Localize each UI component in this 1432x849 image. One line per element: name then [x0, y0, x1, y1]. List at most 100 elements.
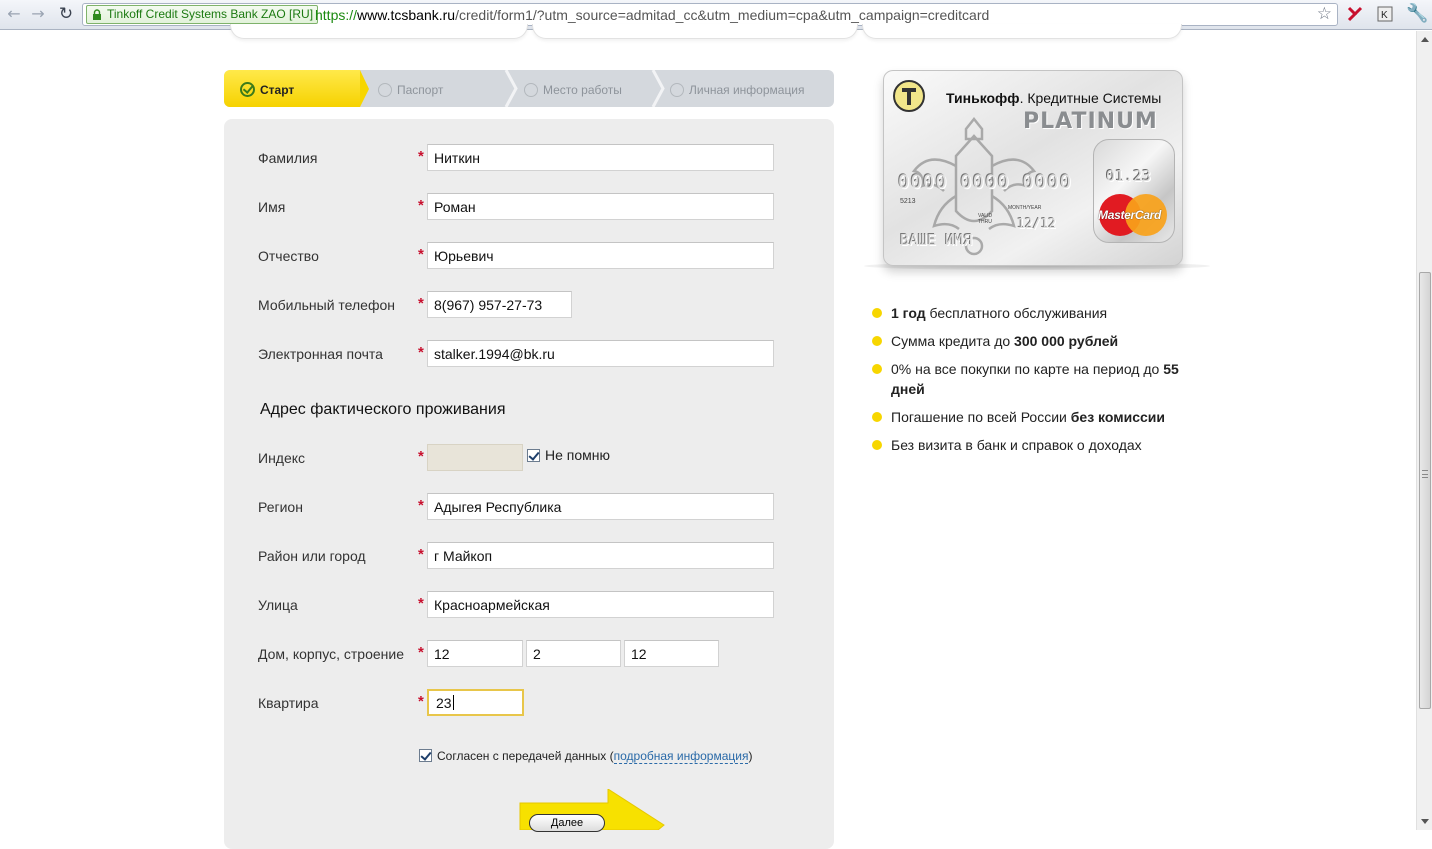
lock-icon [93, 9, 101, 20]
card-number: 0000 0000 0000 [898, 171, 1073, 193]
benefit-item: Сумма кредита до 300 000 рублей [872, 331, 1192, 351]
mastercard-logo-text: MasterCard [1098, 208, 1162, 222]
step-passport[interactable]: Паспорт [378, 70, 443, 107]
consent-close: ) [748, 749, 753, 763]
url-text[interactable]: https://www.tcsbank.ru/credit/form1/?utm… [315, 6, 989, 24]
back-icon[interactable]: ← [4, 4, 24, 24]
required-mark: * [418, 246, 424, 263]
benefit-text: Без визита в банк и справок о доходах [891, 437, 1142, 453]
next-button[interactable]: Далее [529, 814, 605, 832]
benefit-bold: 300 000 рублей [1014, 333, 1119, 349]
benefit-item: 1 год бесплатного обслуживания [872, 303, 1192, 323]
top-tab-box [230, 24, 528, 39]
required-mark: * [418, 344, 424, 361]
card-brand: Тинькофф. Кредитные Системы [946, 90, 1161, 106]
empty-circle-icon [670, 82, 684, 97]
url-scheme: https:// [315, 7, 358, 23]
benefit-bold: без комиссии [1070, 409, 1165, 425]
wizard-steps: Старт Паспорт Место работы Личная информ… [224, 70, 834, 107]
consent-checkbox[interactable] [419, 749, 432, 762]
benefit-item: Без визита в банк и справок о доходах [872, 435, 1192, 455]
required-mark: * [418, 197, 424, 214]
benefit-item: Погашение по всей России без комиссии [872, 407, 1192, 427]
benefit-text: 0% на все покупки по карте на период до [891, 361, 1164, 377]
dont-remember-label[interactable]: Не помню [545, 447, 610, 463]
step-personal-info[interactable]: Личная информация [670, 70, 805, 107]
scrollbar-thumb[interactable] [1419, 272, 1431, 709]
structure-field[interactable]: 12 [624, 640, 719, 667]
url-host: www.tcsbank.ru [357, 7, 456, 23]
step-label: Старт [260, 83, 295, 97]
top-tab-box [862, 24, 1182, 39]
hologram-digits: 01.23 [1106, 167, 1152, 185]
city-field[interactable]: г Майкоп [427, 542, 774, 569]
index-label: Индекс [258, 450, 306, 466]
email-label: Электронная почта [258, 346, 383, 362]
street-label: Улица [258, 597, 298, 613]
required-mark: * [418, 448, 424, 465]
benefit-text: Сумма кредита до [891, 333, 1015, 349]
building-field[interactable]: 2 [526, 640, 621, 667]
house-number-field[interactable]: 12 [427, 640, 523, 667]
email-field[interactable]: stalker.1994@bk.ru [427, 340, 774, 367]
card-brand-name: Тинькофф [946, 90, 1020, 106]
bookmark-star-icon[interactable]: ☆ [1317, 4, 1332, 25]
phone-field[interactable]: 8(967) 957-27-73 [427, 291, 572, 318]
address-bar[interactable]: Tinkoff Credit Systems Bank ZAO [RU] htt… [82, 3, 1338, 26]
kaspersky-icon[interactable] [1346, 5, 1364, 23]
application-form [224, 119, 834, 849]
first-name-label: Имя [258, 199, 286, 215]
reload-icon[interactable]: ↻ [56, 4, 76, 24]
step-label: Личная информация [689, 83, 805, 97]
required-mark: * [418, 497, 424, 514]
benefit-text: Погашение по всей России [891, 409, 1071, 425]
dont-remember-checkbox[interactable] [527, 449, 540, 462]
tinkoff-logo-icon [893, 80, 925, 112]
forward-icon[interactable]: → [28, 4, 48, 24]
required-mark: * [418, 595, 424, 612]
card-holder: ВАШЕ ИМЯ [900, 231, 973, 249]
last-name-field[interactable]: Ниткин [427, 144, 774, 171]
url-path: /credit/form1/?utm_source=admitad_cc&utm… [455, 7, 990, 23]
ev-certificate-badge[interactable]: Tinkoff Credit Systems Bank ZAO [RU] [86, 5, 319, 24]
step-separator [651, 70, 665, 107]
required-mark: * [418, 546, 424, 563]
step-start-label: Старт [240, 70, 294, 107]
page-scrollbar[interactable] [1416, 31, 1432, 830]
consent-label: Согласен с передачей данных ( [437, 749, 614, 763]
credit-card-image: Тинькофф. Кредитные Системы PLATINUM 000… [883, 70, 1183, 266]
apartment-label: Квартира [258, 695, 319, 711]
region-field[interactable]: Адыгея Республика [427, 493, 774, 520]
empty-circle-icon [524, 82, 538, 97]
step-workplace[interactable]: Место работы [524, 70, 622, 107]
wrench-icon[interactable]: 🔧 [1406, 3, 1428, 24]
scroll-down-arrow-icon[interactable] [1421, 819, 1429, 824]
house-label: Дом, корпус, строение [258, 646, 404, 662]
top-tab-box [532, 24, 858, 39]
keyboard-extension-icon[interactable]: K [1376, 5, 1394, 23]
card-expiry: 12/12 [1017, 217, 1057, 232]
empty-circle-icon [378, 82, 392, 97]
month-year-label: MONTH/YEAR [1008, 205, 1042, 211]
step-label: Место работы [543, 83, 622, 97]
address-section-title: Адрес фактического проживания [260, 401, 506, 418]
scrollbar-grip-icon [1422, 470, 1428, 478]
consent-text: Согласен с передачей данных (подробная и… [437, 749, 753, 764]
card-bin: 5213 [900, 198, 916, 205]
scroll-up-arrow-icon[interactable] [1421, 37, 1429, 42]
check-circle-icon [240, 82, 255, 98]
ev-badge-text: Tinkoff Credit Systems Bank ZAO [RU] [107, 7, 314, 21]
apartment-value: 23 [436, 695, 452, 711]
region-label: Регион [258, 499, 303, 515]
consent-details-link[interactable]: подробная информация [613, 749, 749, 764]
last-name-label: Фамилия [258, 150, 318, 166]
required-mark: * [418, 693, 424, 710]
valid-thru-label: VALID THRU [978, 213, 993, 225]
first-name-field[interactable]: Роман [427, 193, 774, 220]
street-field[interactable]: Красноармейская [427, 591, 774, 618]
benefit-item: 0% на все покупки по карте на период до … [872, 359, 1182, 399]
index-field[interactable] [427, 444, 523, 471]
svg-text:K: K [1381, 10, 1388, 21]
apartment-field[interactable]: 23 [427, 689, 524, 716]
middle-name-field[interactable]: Юрьевич [427, 242, 774, 269]
